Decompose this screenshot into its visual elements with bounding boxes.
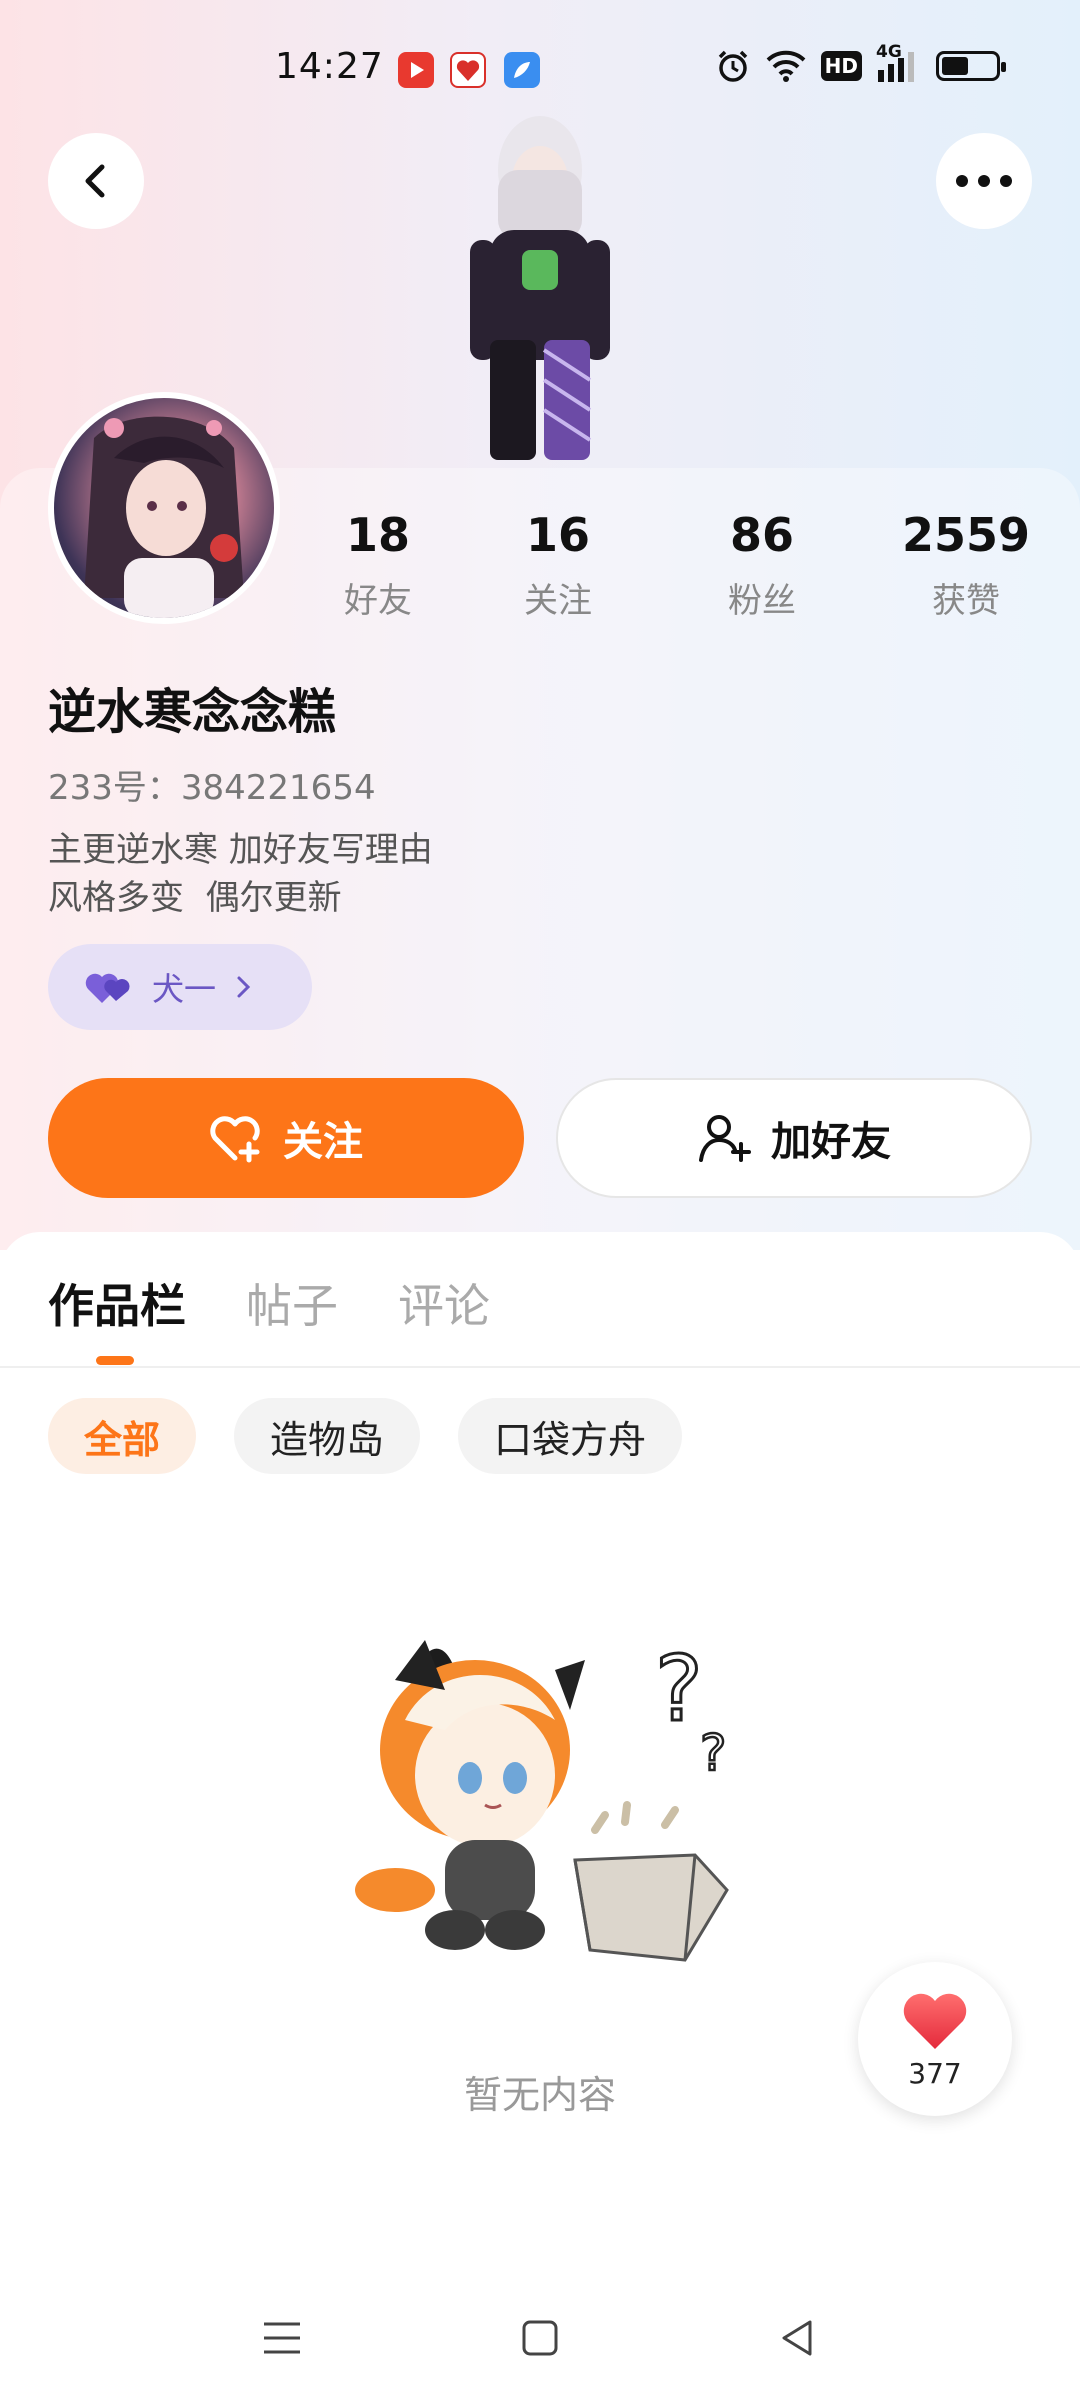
filter-creation-island[interactable]: 造物岛 bbox=[234, 1398, 421, 1474]
filter-pocket-ark[interactable]: 口袋方舟 bbox=[458, 1398, 683, 1474]
bio-line: 风格多变 偶尔更新 bbox=[48, 878, 342, 918]
heart-plus-icon bbox=[210, 1116, 260, 1163]
user-id[interactable]: 233号：384221654 bbox=[48, 760, 376, 809]
home-nav-button[interactable] bbox=[500, 2298, 580, 2378]
stat-value: 2559 bbox=[901, 508, 1031, 562]
nickname: 逆水寒念念糕 bbox=[48, 684, 337, 740]
battery-fill bbox=[942, 57, 968, 75]
follow-button[interactable]: 关注 bbox=[48, 1078, 524, 1198]
video-app-icon bbox=[398, 52, 434, 88]
bio: 主更逆水寒 加好友写理由 风格多变 偶尔更新 bbox=[48, 826, 433, 922]
alarm-icon bbox=[715, 48, 751, 84]
follow-label: 关注 bbox=[283, 1119, 363, 1165]
stat-value: 18 bbox=[345, 508, 410, 562]
svg-text:?: ? bbox=[655, 1637, 703, 1742]
avatar[interactable] bbox=[48, 392, 280, 624]
stat-following[interactable]: 16 关注 bbox=[468, 510, 648, 622]
chevron-right-icon bbox=[237, 976, 251, 998]
menu-icon bbox=[264, 2322, 300, 2354]
filter-chips: 全部 造物岛 口袋方舟 bbox=[48, 1398, 683, 1474]
stat-value: 16 bbox=[525, 508, 590, 562]
add-user-icon bbox=[699, 1115, 751, 1162]
relationship-tag[interactable]: 犬一 bbox=[48, 944, 312, 1030]
hd-icon: HD bbox=[820, 51, 862, 81]
stat-label: 关注 bbox=[524, 580, 592, 621]
back-button[interactable] bbox=[48, 133, 144, 229]
like-button[interactable]: 377 bbox=[858, 1962, 1012, 2116]
double-heart-icon bbox=[85, 973, 130, 1003]
stat-label: 好友 bbox=[344, 580, 412, 621]
back-arrow-icon bbox=[85, 164, 105, 198]
tag-label: 犬一 bbox=[152, 970, 217, 1008]
status-time: 14:27 bbox=[275, 46, 384, 87]
back-triangle-icon bbox=[782, 2320, 812, 2356]
4g-signal-icon: 4G bbox=[876, 42, 922, 84]
battery-icon bbox=[936, 51, 1006, 81]
tab-posts[interactable]: 帖子 bbox=[246, 1270, 338, 1336]
avatar-illustration bbox=[84, 416, 244, 618]
system-navigation-bar bbox=[0, 2280, 1080, 2380]
filter-all[interactable]: 全部 bbox=[48, 1398, 197, 1474]
heart-icon bbox=[903, 1993, 967, 2049]
stat-friends[interactable]: 18 好友 bbox=[288, 510, 468, 622]
character-3d-avatar bbox=[470, 116, 610, 460]
empty-state-illustration: ? ? bbox=[355, 1636, 729, 1962]
like-count: 377 bbox=[908, 2056, 962, 2090]
back-nav-button[interactable] bbox=[758, 2298, 838, 2378]
feather-app-icon bbox=[504, 52, 540, 88]
stat-value: 86 bbox=[729, 508, 794, 562]
bio-line: 主更逆水寒 加好友写理由 bbox=[48, 830, 433, 870]
more-button[interactable] bbox=[936, 133, 1032, 229]
stat-label: 获赞 bbox=[932, 580, 1000, 621]
tab-comments[interactable]: 评论 bbox=[398, 1270, 490, 1336]
divider bbox=[0, 1366, 1080, 1368]
status-bar: 14:27 HD 4G bbox=[0, 40, 1080, 100]
gift-app-icon bbox=[450, 52, 486, 88]
stat-likes[interactable]: 2559 获赞 bbox=[876, 510, 1056, 622]
tab-indicator bbox=[96, 1356, 134, 1365]
add-friend-button[interactable]: 加好友 bbox=[556, 1078, 1032, 1198]
more-dots-icon bbox=[956, 175, 1012, 187]
stat-label: 粉丝 bbox=[728, 580, 796, 621]
wifi-icon bbox=[765, 48, 807, 84]
home-square-icon bbox=[522, 2320, 558, 2356]
tab-works[interactable]: 作品栏 bbox=[48, 1270, 186, 1336]
profile-tabs: 作品栏 帖子 评论 bbox=[48, 1270, 490, 1336]
menu-nav-button[interactable] bbox=[242, 2298, 322, 2378]
svg-text:?: ? bbox=[700, 1724, 727, 1782]
add-friend-label: 加好友 bbox=[771, 1119, 891, 1165]
stat-fans[interactable]: 86 粉丝 bbox=[672, 510, 852, 622]
network-label: 4G bbox=[876, 42, 902, 62]
